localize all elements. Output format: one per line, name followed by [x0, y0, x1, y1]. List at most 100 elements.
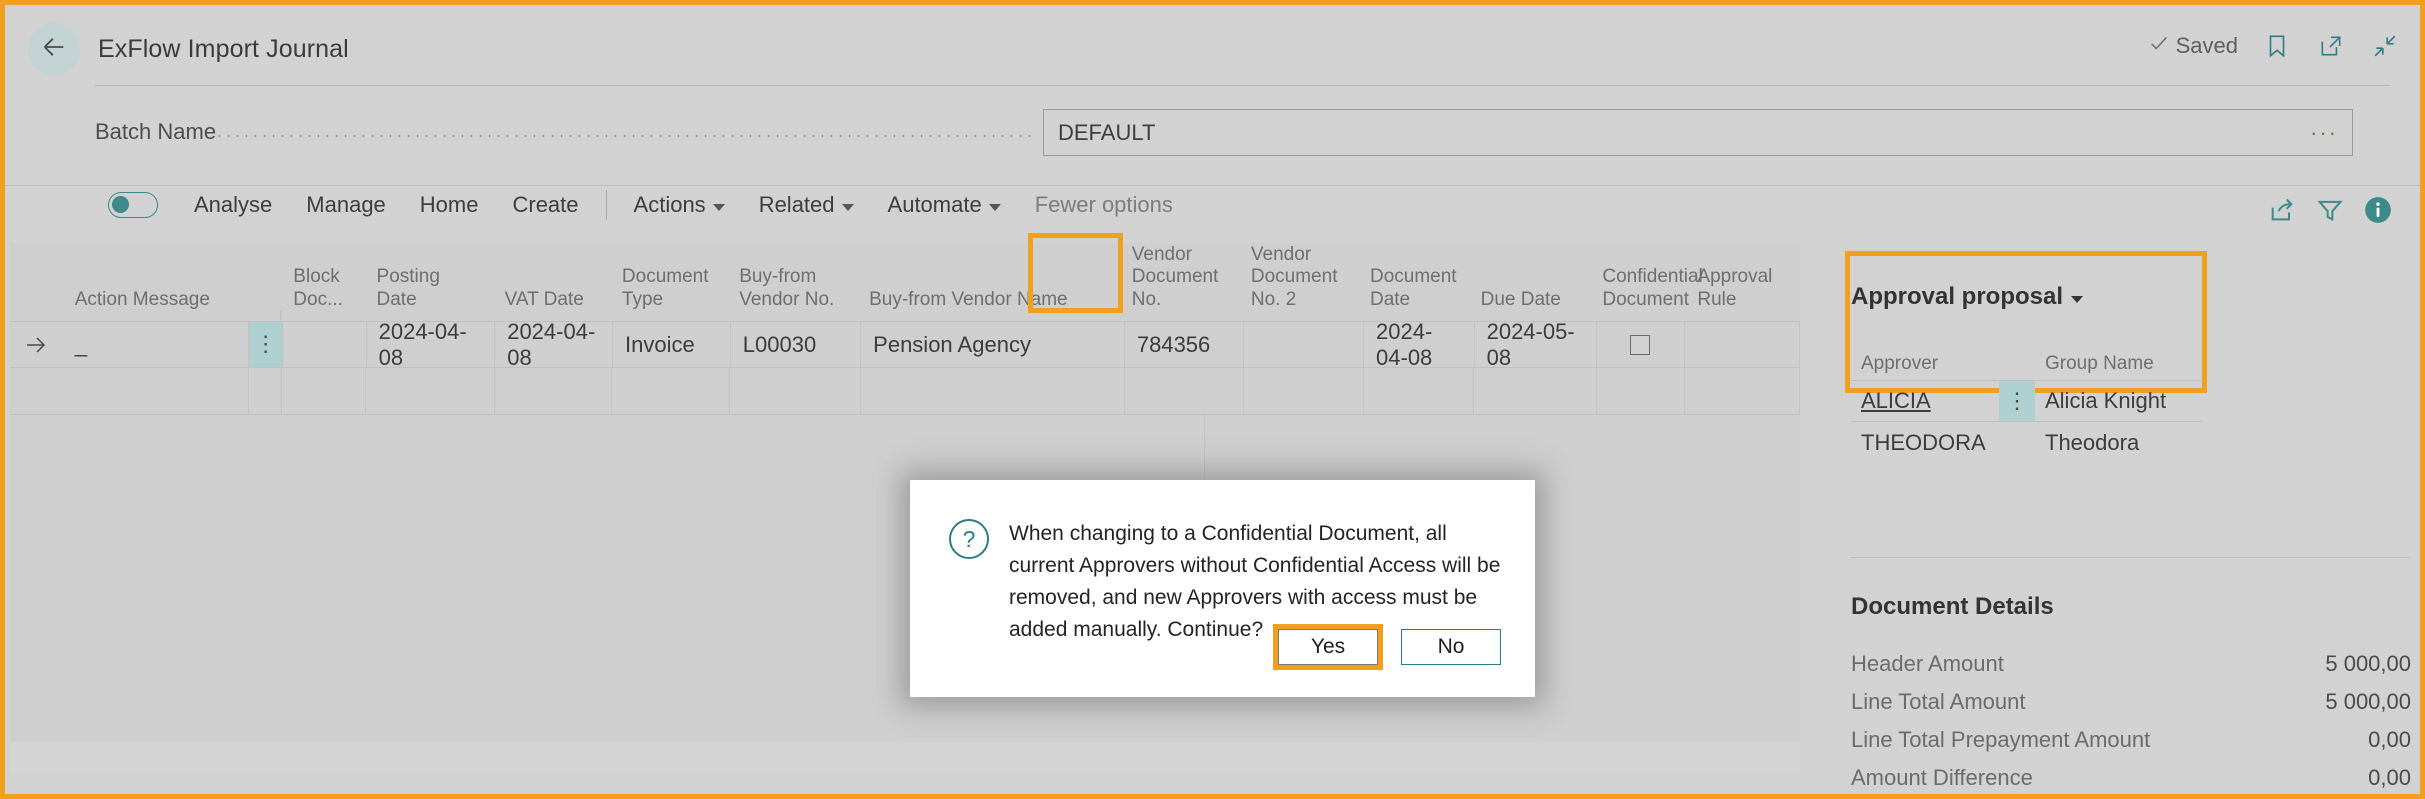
grid-col-vendor-document-no-2[interactable]: Vendor Document No. 2 [1239, 244, 1358, 321]
detail-value: 0,00 [2368, 765, 2411, 791]
analyse-toggle[interactable] [108, 192, 158, 218]
grid-col-buy-from-vendor-name[interactable]: Buy-from Vendor Name [857, 289, 1120, 321]
empty-cell[interactable] [366, 368, 495, 414]
ribbon-item-analyse[interactable]: Analyse [177, 192, 289, 218]
ribbon-separator [606, 190, 607, 220]
document-details-row: Line Total Prepayment Amount 0,00 [1851, 721, 2411, 759]
no-button[interactable]: No [1401, 629, 1501, 665]
filter-icon[interactable] [2316, 196, 2344, 224]
info-icon[interactable] [2364, 196, 2392, 224]
approval-row[interactable]: ALICIA ⋮ Alicia Knight [1851, 381, 2203, 422]
cell-posting-date[interactable]: 2024-04-08 [367, 322, 496, 367]
confirmation-dialog: ? When changing to a Confidential Docume… [910, 480, 1535, 697]
ribbon-item-home[interactable]: Home [403, 192, 496, 218]
cell-confidential-document[interactable] [1597, 322, 1685, 367]
grid-col-action-message[interactable]: Action Message [63, 289, 249, 321]
ribbon-item-fewer-options[interactable]: Fewer options [1018, 192, 1190, 218]
approval-row[interactable]: THEODORA Theodora [1851, 422, 2203, 463]
share-icon[interactable] [2268, 196, 2296, 224]
collapse-icon[interactable] [2370, 31, 2400, 61]
ribbon-item-automate[interactable]: Automate [871, 192, 1018, 218]
cell-buy-from-vendor-no[interactable]: L00030 [731, 322, 861, 367]
saved-status: Saved [2148, 32, 2238, 60]
grid-col-document-date[interactable]: Document Date [1358, 266, 1469, 321]
empty-cell[interactable] [1244, 368, 1364, 414]
ribbon-item-related[interactable]: Related [742, 192, 871, 218]
cell-vat-date[interactable]: 2024-04-08 [495, 322, 613, 367]
ribbon-item-manage[interactable]: Manage [289, 192, 403, 218]
batch-name-input[interactable]: DEFAULT ··· [1043, 109, 2353, 156]
grid-col-posting-date[interactable]: Posting Date [365, 266, 493, 321]
empty-cell[interactable] [1685, 368, 1800, 414]
grid-col-approval-rule[interactable]: Approval Rule [1685, 266, 1800, 321]
batch-name-label: Batch Name [95, 119, 216, 145]
chevron-down-icon[interactable] [2071, 296, 2083, 303]
empty-cell[interactable] [282, 368, 366, 414]
cell-action-message[interactable]: _ [63, 322, 249, 367]
empty-cell[interactable] [1125, 368, 1245, 414]
cell-vendor-document-no-2[interactable] [1244, 322, 1364, 367]
grid-col-document-type[interactable]: Document Type [610, 266, 727, 321]
approver-link[interactable]: ALICIA [1861, 388, 1931, 414]
question-mark-icon: ? [948, 518, 990, 560]
empty-cell[interactable] [495, 368, 613, 414]
empty-cell[interactable] [249, 368, 282, 414]
empty-indicator [10, 368, 63, 414]
factbox-divider [1851, 557, 2411, 558]
cell-document-type[interactable]: Invoice [613, 322, 731, 367]
open-in-new-window-icon[interactable] [2316, 31, 2346, 61]
bookmark-icon[interactable] [2262, 31, 2292, 61]
grid-header-row: Action Message Block Doc... Posting Date… [10, 243, 1800, 321]
document-details-list: Header Amount 5 000,00 Line Total Amount… [1851, 645, 2411, 797]
approval-row-menu-button[interactable]: ⋮ [1999, 381, 2035, 421]
cell-buy-from-vendor-name[interactable]: Pension Agency [861, 322, 1125, 367]
grid-col-vendor-document-no[interactable]: Vendor Document No. [1120, 244, 1239, 321]
cell-document-date[interactable]: 2024-04-08 [1364, 322, 1475, 367]
approval-cell-group-name[interactable]: Theodora [2035, 422, 2203, 463]
chevron-down-icon [989, 204, 1001, 211]
grid-col-confidential-document[interactable]: Confidential Document [1590, 266, 1685, 321]
empty-cell[interactable] [861, 368, 1125, 414]
cell-due-date[interactable]: 2024-05-08 [1475, 322, 1597, 367]
empty-cell[interactable] [63, 368, 249, 414]
batch-name-lookup-button[interactable]: ··· [2310, 120, 2338, 146]
ribbon-item-create[interactable]: Create [495, 192, 595, 218]
grid-col-buy-from-vendor-no[interactable]: Buy-from Vendor No. [727, 266, 857, 321]
approval-cell-group-name[interactable]: Alicia Knight [2035, 381, 2203, 421]
ribbon-label: Analyse [194, 192, 272, 218]
approval-cell-approver[interactable]: THEODORA [1851, 422, 1999, 463]
empty-cell[interactable] [730, 368, 860, 414]
row-menu-button[interactable]: ⋮ [249, 322, 283, 367]
approval-proposal-title[interactable]: Approval proposal [1851, 283, 2083, 311]
page-header: ExFlow Import Journal Saved [5, 5, 2420, 93]
empty-cell[interactable] [1474, 368, 1596, 414]
empty-cell[interactable] [1597, 368, 1685, 414]
document-details-row: Amount Difference 0,00 [1851, 759, 2411, 797]
empty-cell[interactable] [612, 368, 730, 414]
cell-block-doc[interactable] [283, 322, 367, 367]
approval-cell-approver[interactable]: ALICIA [1851, 381, 1999, 421]
back-button[interactable] [28, 23, 80, 75]
document-details-row: Header Amount 5 000,00 [1851, 645, 2411, 683]
empty-cell[interactable] [1364, 368, 1475, 414]
detail-label: Amount Difference [1851, 765, 2033, 791]
cell-vendor-document-no[interactable]: 784356 [1125, 322, 1245, 367]
table-row-empty[interactable] [10, 368, 1800, 415]
table-row[interactable]: _ ⋮ 2024-04-08 2024-04-08 Invoice L00030… [10, 321, 1800, 368]
confidential-document-checkbox[interactable] [1630, 335, 1650, 355]
batch-name-leader-dots [215, 135, 1035, 137]
grid-col-block-doc[interactable]: Block Doc... [281, 266, 364, 321]
detail-label: Line Total Amount [1851, 689, 2026, 715]
approval-col-group-name[interactable]: Group Name [2035, 353, 2203, 380]
yes-button-focus-highlight: Yes [1273, 624, 1383, 670]
approval-col-approver[interactable]: Approver [1851, 353, 1999, 380]
ribbon-item-actions[interactable]: Actions [617, 192, 742, 218]
ribbon-label: Fewer options [1035, 192, 1173, 218]
grid-col-due-date[interactable]: Due Date [1469, 289, 1591, 321]
grid-col-vat-date[interactable]: VAT Date [493, 289, 610, 321]
app-window: ExFlow Import Journal Saved [0, 0, 2425, 799]
yes-button[interactable]: Yes [1278, 629, 1378, 665]
cell-approval-rule[interactable] [1685, 322, 1800, 367]
chevron-down-icon [713, 204, 725, 211]
approval-proposal-grid: Approver Group Name ALICIA ⋮ Alicia Knig… [1851, 345, 2203, 463]
